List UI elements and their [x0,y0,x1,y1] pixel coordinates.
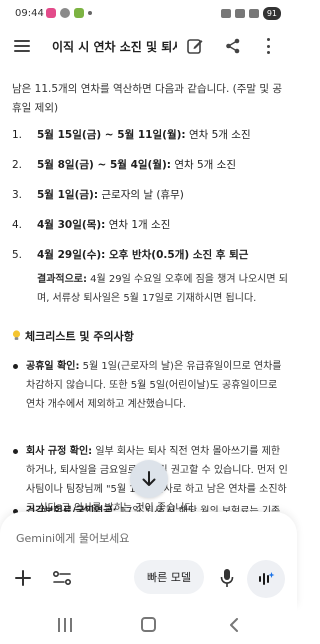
edit-icon[interactable] [186,37,204,55]
arrow-down-icon [142,471,156,486]
scroll-down-button[interactable] [130,460,168,498]
checklist-item-label: 공휴일 확인: [26,361,80,372]
system-navigation-bar [0,608,297,644]
app-notification-icon [46,8,56,18]
live-mode-button[interactable] [247,560,285,598]
step-number: 5. [12,249,23,261]
app-bar: 이직 시 연차 소진 및 퇴사... [0,28,297,64]
conclusion-text: 결과적으로: 4월 29일 수요일 오후에 짐을 챙겨 나오시면 되며, 서류상… [37,270,289,308]
notification-icons [46,8,92,18]
step-detail: 근로자의 날 (휴무) [98,189,184,201]
lightbulb-icon [12,330,21,340]
more-icon[interactable] [265,38,271,54]
wifi-icon [234,9,245,18]
checklist-item: 공휴일 확인: 5월 1일(근로자의 날)은 유급휴일이므로 연차를 차감하지 … [13,357,288,414]
gallery-notification-icon [60,8,70,18]
step-number: 2. [12,159,23,171]
tools-icon[interactable] [52,569,72,587]
back-icon[interactable] [228,618,240,632]
sound-wave-icon [259,572,275,585]
checklist-heading-text: 체크리스트 및 주의사항 [25,330,134,343]
messenger-notification-icon [74,8,84,18]
add-icon[interactable] [14,569,32,587]
battery-indicator: 91 [262,7,281,20]
share-icon[interactable] [224,37,242,55]
more-notifications-icon [88,11,92,15]
model-selector-button[interactable]: 빠른 모델 [134,560,204,594]
step-number: 1. [12,129,23,141]
system-icons: 91 [220,7,281,20]
checklist-item-label: 회사 규정 확인: [26,446,93,457]
menu-icon[interactable] [14,40,30,52]
step-detail: 연차 5개 소진 [171,159,236,171]
step-detail: 연차 1개 소진 [105,219,171,231]
home-icon[interactable] [141,617,156,632]
step-date: 5월 8일(금) ~ 5월 4일(월): [37,159,171,171]
checklist-heading: 체크리스트 및 주의사항 [12,328,134,344]
microphone-icon[interactable] [220,568,234,588]
signal-icon [248,9,259,18]
step-date: 5월 15일(금) ~ 5월 11일(월): [37,129,186,141]
step-number: 4. [12,219,23,231]
conversation-title[interactable]: 이직 시 연차 소진 및 퇴사... [52,38,177,55]
intro-text: 남은 11.5개의 연차를 역산하면 다음과 같습니다. (주말 및 공휴일 제… [12,83,283,114]
step-date: 5월 1일(금): [37,189,99,201]
recent-apps-icon[interactable] [58,618,72,632]
conclusion-label: 결과적으로: [37,274,87,285]
status-time: 09:44 [15,8,44,19]
step-detail: 연차 5개 소진 [185,129,251,141]
prompt-input[interactable]: Gemini에게 물어보세요 [16,530,129,546]
step-date: 4월 29일(수): 오후 반차(0.5개) 소진 후 퇴근 [37,249,249,261]
prompt-composer: Gemini에게 물어보세요 빠른 모델 [0,512,297,608]
mute-icon [220,9,231,18]
step-number: 3. [12,189,23,201]
step-date: 4월 30일(목): [37,219,106,231]
status-bar: 09:44 91 [0,0,297,28]
